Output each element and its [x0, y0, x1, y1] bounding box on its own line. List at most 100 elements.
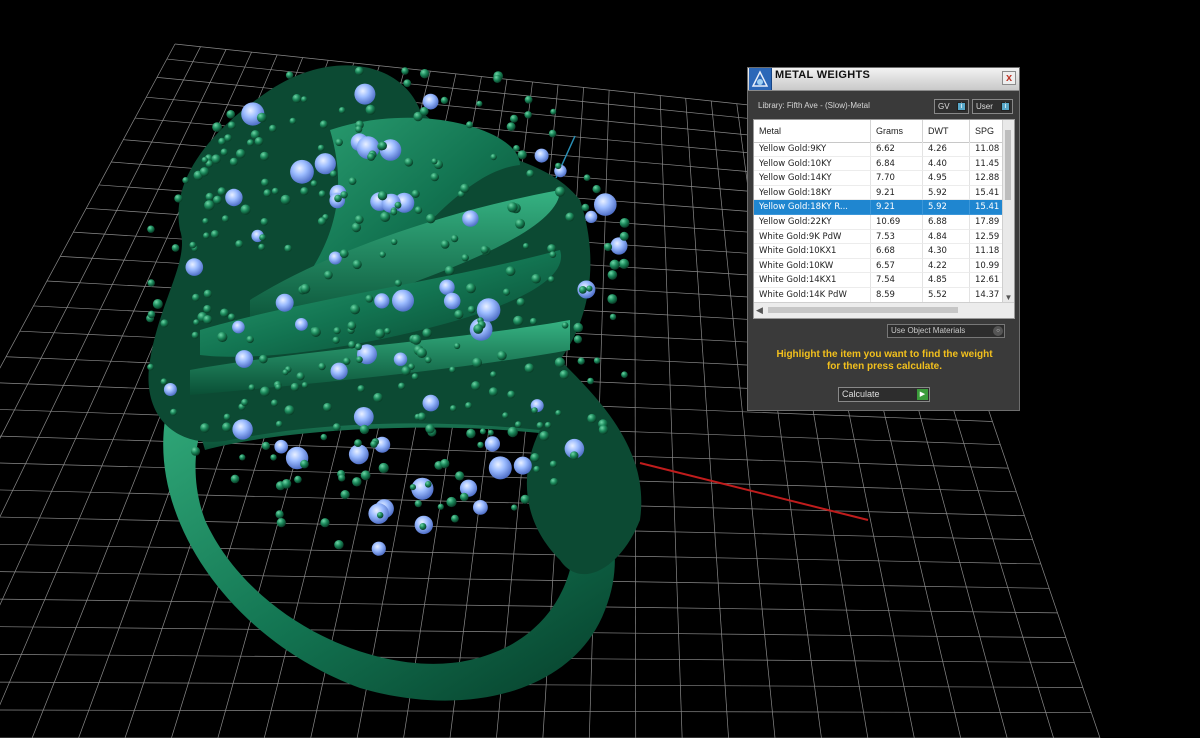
user-library-button[interactable]: User i	[972, 99, 1013, 114]
pave-bead	[607, 270, 618, 280]
cell-grams: 6.62	[871, 142, 923, 157]
cell-grams: 10.69	[871, 215, 923, 230]
grid-line	[685, 98, 729, 738]
pave-bead	[301, 96, 308, 103]
cell-metal: White Gold:14KX1	[754, 273, 871, 288]
pave-bead	[360, 470, 371, 481]
pave-bead	[524, 363, 534, 373]
pave-bead	[549, 460, 557, 468]
3d-viewport[interactable]	[0, 0, 1200, 738]
pave-stone	[513, 456, 532, 475]
table-row[interactable]: White Gold:10KW 6.57 4.22 10.99	[754, 258, 1014, 274]
pave-bead	[531, 407, 538, 414]
pave-bead	[323, 402, 332, 412]
pave-stone	[274, 439, 289, 454]
pave-bead	[511, 504, 518, 511]
pave-bead	[260, 151, 269, 161]
pave-bead	[619, 218, 630, 228]
cell-metal: Yellow Gold:14KY	[754, 171, 871, 186]
pave-bead	[414, 500, 422, 508]
pave-stone	[232, 320, 245, 334]
grid-line	[0, 681, 1083, 688]
pave-bead	[354, 215, 364, 224]
pave-bead	[544, 421, 552, 429]
pave-bead	[190, 446, 201, 456]
table-row[interactable]: Yellow Gold:9KY 6.62 4.26 11.08	[754, 142, 1014, 157]
gv-button-label: GV	[938, 102, 950, 111]
pave-stone	[232, 419, 253, 440]
pave-bead	[401, 67, 409, 75]
pave-bead	[587, 413, 597, 424]
pave-bead	[472, 357, 483, 368]
pave-bead	[581, 203, 590, 212]
pave-stone	[163, 383, 177, 396]
pave-bead	[339, 249, 349, 259]
pave-bead	[333, 327, 341, 335]
pave-stone	[534, 148, 549, 163]
gv-library-button[interactable]: GV i	[934, 99, 969, 114]
pave-bead	[236, 149, 246, 159]
pave-bead	[454, 309, 464, 320]
pave-stone	[585, 210, 598, 223]
pave-bead	[343, 357, 351, 365]
column-header-metal[interactable]: Metal	[754, 120, 871, 142]
table-row[interactable]: Yellow Gold:14KY 7.70 4.95 12.88	[754, 171, 1014, 186]
pave-bead	[200, 423, 210, 433]
pave-bead	[471, 381, 481, 391]
pave-bead	[451, 514, 459, 523]
hscroll-thumb[interactable]	[768, 307, 958, 313]
pave-bead	[493, 74, 502, 83]
pave-bead	[425, 213, 436, 224]
pave-bead	[619, 231, 629, 241]
app-logo-icon	[749, 68, 772, 90]
metal-table[interactable]: Metal Grams DWT SPG Yellow Gold:9KY 6.62 4…	[753, 119, 1015, 319]
cell-dwt: 4.40	[923, 156, 970, 172]
table-row[interactable]: White Gold:10KX1 6.68 4.30 11.18	[754, 244, 1014, 259]
vertical-scrollbar[interactable]: ▼	[1002, 120, 1014, 303]
pave-bead	[554, 357, 566, 368]
table-row[interactable]: Yellow Gold:22KY 10.69 6.88 17.89	[754, 215, 1014, 230]
cell-grams: 8.59	[871, 288, 923, 303]
pave-bead	[227, 121, 236, 130]
viewport-scene[interactable]	[0, 0, 1200, 738]
column-header-dwt[interactable]: DWT	[923, 120, 970, 142]
close-button[interactable]: x	[1002, 71, 1016, 85]
cell-dwt: 5.92	[923, 200, 970, 215]
ring-model[interactable]	[146, 65, 642, 701]
table-row[interactable]: Yellow Gold:18KY 9.21 5.92 15.41	[754, 185, 1014, 201]
calculate-button[interactable]: Calculate ▶	[838, 387, 930, 402]
pave-bead	[414, 206, 423, 214]
pave-bead	[340, 490, 350, 500]
pave-bead	[522, 243, 529, 249]
table-row[interactable]: White Gold:14KX1 7.54 4.85 12.61	[754, 273, 1014, 288]
table-row[interactable]: Yellow Gold:10KY 6.84 4.40 11.45	[754, 156, 1014, 172]
pave-bead	[461, 254, 469, 262]
pave-bead	[289, 117, 297, 125]
pave-bead	[409, 484, 416, 491]
table-row[interactable]: White Gold:9K PdW 7.53 4.84 12.59	[754, 229, 1014, 245]
pave-bead	[490, 153, 497, 161]
scroll-left-icon[interactable]: ◀	[756, 303, 763, 318]
table-row[interactable]: Yellow Gold:18KY R... 9.21 5.92 15.41	[754, 200, 1014, 215]
material-source-dropdown[interactable]: Use Object Materials ○	[887, 324, 1005, 338]
instruction-line-2: for then press calculate.	[826, 361, 943, 372]
pave-bead	[170, 408, 178, 416]
cell-grams: 7.53	[871, 229, 923, 245]
panel-titlebar[interactable]: METAL WEIGHTS x	[748, 68, 1019, 91]
scroll-thumb[interactable]	[1005, 130, 1011, 200]
pave-bead	[480, 245, 489, 254]
pave-bead	[490, 371, 497, 378]
pave-bead	[487, 429, 494, 436]
pave-stone	[225, 188, 243, 207]
pave-bead	[505, 266, 516, 277]
pave-bead	[555, 410, 562, 416]
table-row[interactable]: White Gold:14K PdW 8.59 5.52 14.37	[754, 288, 1014, 303]
pave-stone	[290, 159, 314, 184]
pave-bead	[367, 152, 376, 161]
cell-metal: White Gold:10KX1	[754, 244, 871, 259]
column-header-grams[interactable]: Grams	[871, 120, 923, 142]
metal-weights-panel: METAL WEIGHTS x Library: Fifth Ave - (Sl…	[747, 67, 1020, 411]
pave-stone	[275, 293, 294, 312]
horizontal-scrollbar[interactable]: ◀	[754, 302, 1014, 318]
cell-dwt: 5.52	[923, 288, 970, 303]
